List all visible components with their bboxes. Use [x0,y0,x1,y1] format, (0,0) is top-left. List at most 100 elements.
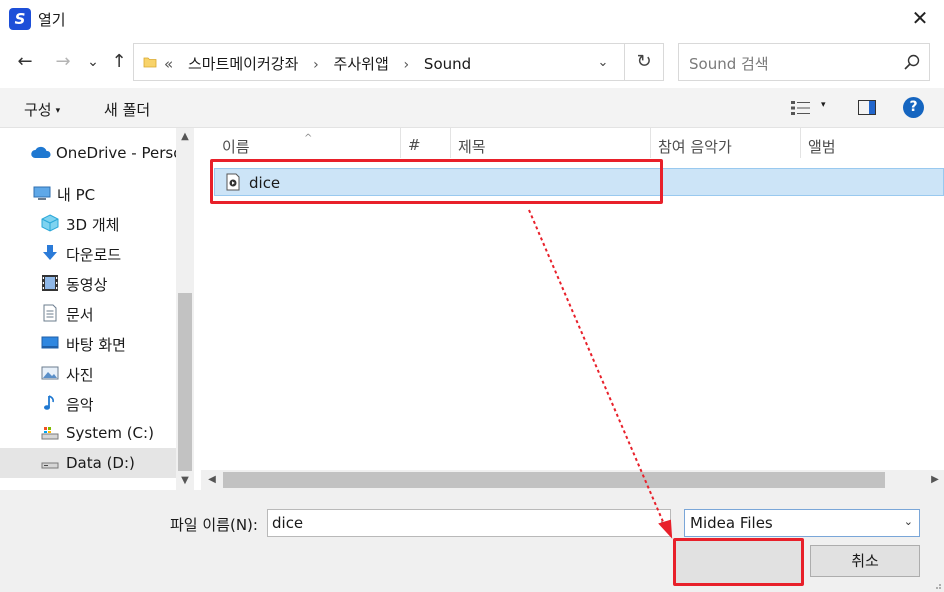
breadcrumb-item[interactable]: 주사위앱 [334,53,389,74]
sidebar-item-label: 동영상 [66,276,108,294]
onedrive-cloud-icon [31,146,51,158]
scroll-down-arrow-icon[interactable]: ▼ [176,472,194,490]
sidebar-item-3d-objects[interactable]: 3D 개체 [0,208,176,238]
sidebar-item-pictures[interactable]: 사진 [0,358,176,388]
sidebar-item-documents[interactable]: 문서 [0,298,176,328]
file-row[interactable]: dice [214,168,944,196]
column-separator[interactable] [450,128,451,158]
sidebar-item-this-pc[interactable]: 내 PC [0,178,176,208]
folder-icon [143,57,157,68]
pictures-icon [41,366,59,380]
sort-ascending-icon: ^ [304,133,313,144]
file-name: dice [249,174,281,192]
sidebar-item-label: 다운로드 [66,246,122,264]
close-icon[interactable]: ✕ [908,6,932,30]
sidebar-item-system-c[interactable]: System (C:) [0,418,176,448]
view-options-chevron-icon[interactable]: ▾ [821,100,826,110]
column-header-album[interactable]: 앨범 [808,136,836,157]
video-icon [42,275,58,291]
navigation-pane: OneDrive - Person 내 PC 3D 개체 다운로드 동영상 문서 [0,128,194,490]
sidebar-item-label: 3D 개체 [66,216,120,234]
filename-history-chevron-icon[interactable]: ⌄ [659,514,668,527]
app-icon: S [9,8,31,30]
scrollbar-thumb[interactable] [178,293,192,471]
desktop-icon [41,336,59,349]
filetype-value: Midea Files [690,514,773,532]
sidebar-item-label: 음악 [66,396,94,414]
pc-icon [33,186,51,200]
scroll-right-arrow-icon[interactable]: ▶ [926,470,944,490]
scrollbar-thumb[interactable] [223,472,885,488]
file-list: 이름 ^ # 제목 참여 음악가 앨범 dice [196,128,944,490]
preview-pane-icon[interactable] [858,100,876,115]
filename-label: 파일 이름(N): [170,516,258,534]
breadcrumb-item[interactable]: Sound [424,55,471,73]
drive-c-icon [41,427,59,440]
refresh-icon[interactable]: ↻ [634,52,654,72]
download-icon [43,245,57,260]
cancel-button[interactable]: 취소 [810,545,920,577]
address-bar[interactable]: « 스마트메이커강좌 › 주사위앱 › Sound ⌄ ↻ [133,43,664,81]
sidebar-item-desktop[interactable]: 바탕 화면 [0,328,176,358]
sidebar-item-label: 내 PC [57,186,96,204]
sidebar-item-data-d[interactable]: Data (D:) [0,448,176,478]
search-input[interactable]: Sound 검색 [678,43,930,81]
up-arrow-icon[interactable]: ↑ [106,50,132,74]
drive-d-icon [41,462,59,469]
breadcrumb: « 스마트메이커강좌 › 주사위앱 › Sound [164,53,471,74]
command-toolbar: 구성 ▾ 새 폴더 ▾ ? [0,88,944,128]
address-dropdown-icon[interactable]: ⌄ [594,54,612,72]
sidebar-item-videos[interactable]: 동영상 [0,268,176,298]
column-header-label: 이름 [222,138,250,156]
title-bar: S 열기 ✕ [0,0,944,38]
music-icon [44,395,54,410]
column-header-number[interactable]: # [408,136,421,154]
scroll-up-arrow-icon[interactable]: ▲ [176,128,194,146]
document-icon [43,304,57,322]
open-button[interactable]: 열기(O) [683,545,797,577]
column-header-artist[interactable]: 참여 음악가 [658,136,732,157]
sidebar-item-music[interactable]: 음악 [0,388,176,418]
sidebar-item-label: 문서 [66,306,94,324]
scroll-left-arrow-icon[interactable]: ◀ [203,470,221,490]
column-separator[interactable] [800,128,801,158]
chevron-down-icon: ⌄ [903,515,913,528]
sidebar-item-label: Data (D:) [66,454,135,472]
view-options-icon[interactable] [790,100,812,116]
3d-objects-icon [41,214,59,232]
sidebar-scrollbar[interactable]: ▲ ▼ [176,128,194,490]
sidebar-item-onedrive[interactable]: OneDrive - Person [0,138,176,168]
breadcrumb-separator-icon[interactable]: › [313,57,319,73]
resize-grip-icon[interactable] [932,580,942,590]
back-arrow-icon[interactable]: ← [12,50,38,74]
address-divider [624,44,625,80]
breadcrumb-item[interactable]: 스마트메이커강좌 [188,53,298,74]
filetype-select[interactable]: Midea Files ⌄ [684,509,920,537]
column-separator[interactable] [650,128,651,158]
sidebar-item-label: OneDrive - Person [56,144,176,162]
search-placeholder: Sound 검색 [689,55,769,73]
sidebar-item-label: 사진 [66,366,94,384]
sidebar-item-label: 바탕 화면 [66,336,126,354]
window-title: 열기 [38,11,66,29]
new-folder-button[interactable]: 새 폴더 [104,99,150,120]
breadcrumb-overflow[interactable]: « [164,55,173,73]
dialog-footer: 파일 이름(N): dice ⌄ Midea Files ⌄ 열기(O) 취소 [0,490,944,592]
search-icon[interactable] [903,53,921,71]
column-separator[interactable] [400,128,401,158]
file-list-horizontal-scrollbar[interactable]: ◀ ▶ [201,470,944,490]
filename-field[interactable]: dice ⌄ [267,509,671,537]
sidebar-item-downloads[interactable]: 다운로드 [0,238,176,268]
column-header-title[interactable]: 제목 [458,136,486,157]
help-icon[interactable]: ? [903,97,924,118]
forward-arrow-icon[interactable]: → [50,50,76,74]
column-header-name[interactable]: 이름 ^ [222,133,312,157]
sidebar-item-label: System (C:) [66,424,154,442]
organize-label: 구성 [24,101,52,119]
breadcrumb-separator-icon[interactable]: › [404,57,410,73]
recent-locations-chevron-icon[interactable]: ⌄ [80,50,106,74]
organize-button[interactable]: 구성 ▾ [24,99,60,120]
audio-file-icon [226,173,240,191]
chevron-down-icon: ▾ [55,105,61,116]
filename-value: dice [272,514,304,532]
